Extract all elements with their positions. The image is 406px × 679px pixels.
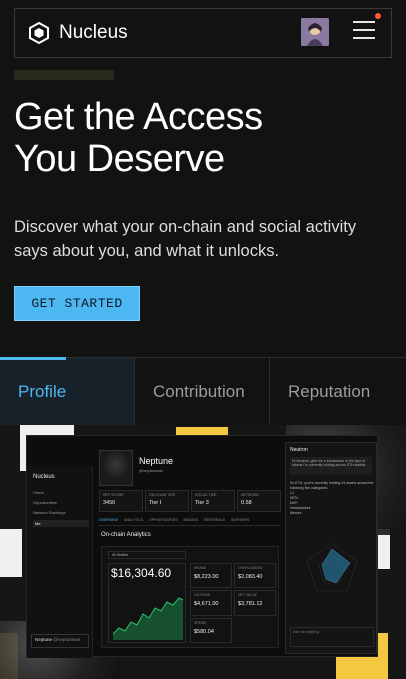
app-screenshot: Nucleus Home Opportunities Network Ranki… [26,435,378,658]
stat-card: REP SCORE 3456 [99,490,143,512]
stat-label: NETWORK [241,493,259,497]
sidebar-item-home: Home [33,490,44,495]
kpi-label: NFT VALUE [238,593,257,598]
assistant-chat-panel: Neutron Hi Neutron, give me a breakdown … [285,442,377,654]
subnav-overview: OVERVIEW [99,518,118,522]
kpi-label: INTAKE [194,566,207,570]
kpi-card: INTAKE $8,223.00 [190,563,232,589]
tab-profile[interactable]: Profile [0,357,135,426]
stat-value: Tier 3 [195,500,209,506]
kpi-value: $2,083.40 [238,574,263,580]
portfolio-chart: $16,304.60 [108,563,186,643]
stat-value: Tier I [149,500,162,506]
get-started-button[interactable]: GET STARTED [14,286,140,321]
chat-category: L1 [290,491,294,495]
profile-subnav: OVERVIEW ANALYTICS OPPORTUNITIES BADGES … [99,518,281,526]
subnav-analytics: ANALYTICS [123,518,144,522]
analytics-panel: All Wallets $16,304.60 INTAKE $8,223.00 O… [101,546,279,648]
subnav-opportunities: OPPORTUNITIES [149,518,178,522]
kpi-card: SPEND $580.04 [190,617,232,643]
chat-title: Neutron [290,447,308,453]
stat-card: SOCIAL TIER Tier 3 [191,490,235,512]
kpi-label: SPEND [194,620,207,625]
kpi-card: OVERLOOKED $2,083.40 [234,563,276,589]
subnav-workers: WORKERS [231,518,250,522]
hero-title: Get the Access You Deserve [14,96,394,180]
accent-bar [14,70,114,80]
hero-subtitle: Discover what your on-chain and social a… [14,218,357,260]
sidebar-item-me: Me [33,520,89,527]
app-logo: Nucleus [33,474,55,480]
stat-label: ON-CHAIN TIER [149,493,176,497]
kpi-value: $3,781.12 [238,601,263,608]
chat-category: Memes [290,511,302,515]
top-navbar: Nucleus [14,8,392,58]
chat-category: NFTs [290,496,299,500]
feature-tabs: Profile Contribution Reputation [0,357,406,426]
kpi-value: $8,223.00 [194,574,219,580]
chat-user-message: Hi Neutron, give me a breakdown of the t… [290,457,372,475]
profile-preview: Nucleus Home Opportunities Network Ranki… [0,425,406,679]
stat-card: NETWORK 0.58 [237,490,281,512]
app-main: Neptune @neptuneain REP SCORE 3456 ON-CHA… [97,436,283,658]
chat-answer: So ETH, you're currently holding 24 asse… [290,481,374,490]
chat-category: Infrastructure [290,506,311,510]
profile-portrait [99,450,133,486]
hero-title-line1: Get the Access [14,96,263,138]
sidebar-user-name: Neptune [35,637,53,642]
sidebar-user: Neptune @neptuneain [31,634,89,648]
stat-value: 3456 [103,500,116,506]
tab-contribution[interactable]: Contribution [135,358,270,426]
stat-label: REP SCORE [103,493,124,497]
stat-card: ON-CHAIN TIER Tier I [145,490,189,512]
kpi-card: OUTTAKE $4,671.00 [190,590,232,616]
analytics-title: On-chain Analytics [101,532,151,538]
stat-value: 0.58 [241,500,252,506]
kpi-grid: INTAKE $8,223.00 OVERLOOKED $2,083.40 OUTT… [190,563,276,643]
sidebar-item-opportunities: Opportunities [33,500,57,505]
hero-title-line2: You Deserve [14,138,225,180]
app-sidebar: Nucleus Home Opportunities Network Ranki… [27,466,93,658]
chat-assistant-message: So ETH, you're currently holding 24 asse… [290,481,374,516]
hamburger-menu-icon[interactable] [353,21,375,41]
stat-label: SOCIAL TIER [195,493,217,497]
brand-name[interactable]: Nucleus [59,22,128,44]
decor-block [0,529,22,577]
nucleus-logo-icon[interactable] [27,21,51,45]
chat-input: Ask me anything [290,627,374,647]
profile-stats: REP SCORE 3456 ON-CHAIN TIER Tier I SOCIAL… [99,490,281,512]
kpi-value: $580.04 [194,628,214,635]
subnav-referrals: REFERRALS [204,518,226,522]
wallet-filter: All Wallets [108,551,186,559]
radar-chart [306,542,358,592]
sidebar-item-rankings: Network Rankings [33,510,66,515]
kpi-label: OVERLOOKED [238,566,263,570]
profile-tag: @neptuneain [139,468,163,473]
user-avatar[interactable] [301,18,329,46]
notification-dot [375,13,381,19]
tab-reputation[interactable]: Reputation [270,358,406,426]
kpi-card: NFT VALUE $3,781.12 [234,590,276,616]
kpi-value: $4,671.00 [194,601,219,608]
profile-name: Neptune [139,456,174,466]
chat-category: DeFi [290,501,298,505]
decor-block [376,529,390,569]
sidebar-user-handle: @neptuneain [53,637,81,642]
subnav-badges: BADGES [183,518,199,522]
kpi-label: OUTTAKE [194,593,211,598]
